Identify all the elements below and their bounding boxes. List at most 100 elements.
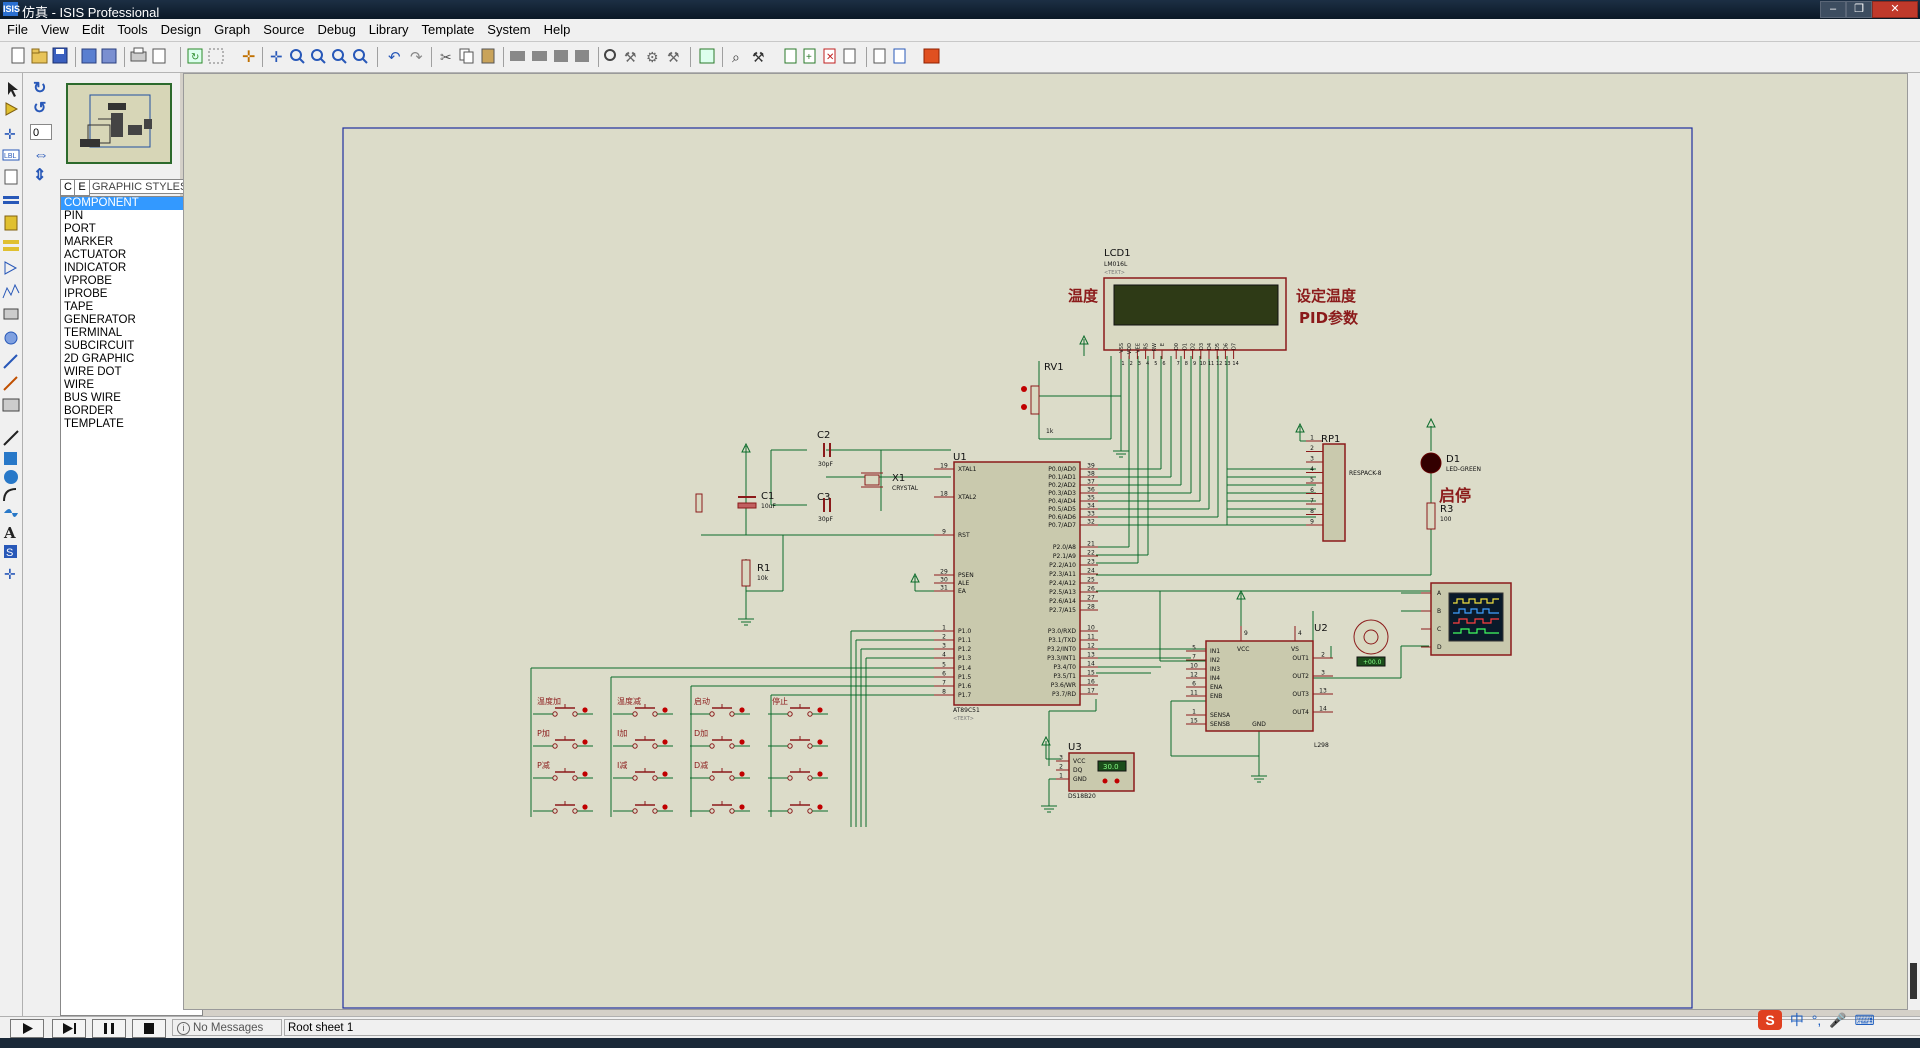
pan-icon[interactable]: ✛ <box>270 49 283 66</box>
zoom-out-icon[interactable] <box>311 49 326 64</box>
microphone-icon[interactable]: 🎤 <box>1829 1012 1846 1028</box>
graphic-styles-list[interactable]: COMPONENT PIN PORT MARKER ACTUATOR INDICATOR V… <box>60 196 203 1016</box>
dc-motor[interactable]: +00.0 <box>1353 619 1389 667</box>
print-area-icon[interactable] <box>152 48 166 64</box>
search-tag-icon[interactable]: ⌕ <box>732 49 740 65</box>
play-button[interactable] <box>10 1019 44 1038</box>
cut-icon[interactable]: ✂ <box>440 49 452 65</box>
wire-label-icon[interactable]: LBL <box>2 149 20 161</box>
style-item[interactable]: WIRE DOT <box>61 366 202 379</box>
keypad-button[interactable] <box>613 801 673 814</box>
rp1-resistor-pack[interactable]: 1 2 3 4 5 6 7 8 9 <box>1306 435 1346 542</box>
stop-button[interactable] <box>132 1019 166 1038</box>
style-item[interactable]: TERMINAL <box>61 327 202 340</box>
path-icon[interactable] <box>4 509 18 517</box>
netlist-icon[interactable] <box>843 48 856 64</box>
text-script-icon[interactable] <box>4 169 18 185</box>
current-probe-icon[interactable] <box>3 376 18 391</box>
zoom-in-icon[interactable] <box>290 49 305 64</box>
r1-resistor[interactable] <box>741 559 751 587</box>
u3-temperature-sensor[interactable]: 30.0 3 VCC 2 DQ 1 GND <box>1056 752 1135 792</box>
menu-file[interactable]: File <box>0 19 34 37</box>
style-item[interactable]: SUBCIRCUIT <box>61 340 202 353</box>
refresh-icon[interactable]: ↻ <box>187 48 203 64</box>
new-sheet-icon[interactable] <box>784 48 797 64</box>
rotate-anticlockwise-icon[interactable]: ↺ <box>33 101 49 117</box>
tape-recorder-icon[interactable] <box>3 308 19 320</box>
style-item[interactable]: WIRE <box>61 379 202 392</box>
voltage-probe-icon[interactable] <box>3 354 18 369</box>
grid-icon[interactable] <box>208 48 224 64</box>
style-item[interactable]: INDICATOR <box>61 262 202 275</box>
keypad-button[interactable] <box>768 736 828 749</box>
style-item[interactable]: TEMPLATE <box>61 418 202 431</box>
menu-design[interactable]: Design <box>154 19 207 37</box>
u1-microcontroller[interactable]: 19 XTAL1 18 XTAL2 9 RST 29 PSEN 30 ALE 31 EA 1 P1.0 2 P… <box>934 461 1098 706</box>
keyboard-icon[interactable]: ⌨ <box>1855 1012 1875 1028</box>
arc-icon[interactable] <box>3 488 17 502</box>
new-file-icon[interactable] <box>11 47 25 64</box>
line-icon[interactable] <box>3 430 19 446</box>
box-icon[interactable] <box>4 452 17 465</box>
junction-dot-icon[interactable]: ✛ <box>4 126 16 142</box>
ime-toolbar[interactable]: S 中 °, 🎤 ⌨ <box>1758 1010 1918 1030</box>
component-mode-icon[interactable] <box>5 102 19 116</box>
property-assignment-icon[interactable]: ⚒ <box>752 49 765 65</box>
electrical-check-icon[interactable] <box>893 48 906 64</box>
save-icon[interactable] <box>52 47 68 64</box>
mirror-vertical-icon[interactable]: ⇕ <box>33 168 49 184</box>
symbol-icon[interactable]: S <box>4 545 17 559</box>
add-sheet-icon[interactable]: + <box>803 48 816 64</box>
maximize-button[interactable]: ❐ <box>1846 1 1872 18</box>
pause-button[interactable] <box>92 1019 126 1038</box>
device-pins-icon[interactable] <box>4 261 18 275</box>
generator-icon[interactable] <box>4 331 18 345</box>
menu-debug[interactable]: Debug <box>310 19 361 37</box>
tab-edit[interactable]: E <box>74 179 90 196</box>
style-item[interactable]: TAPE <box>61 301 202 314</box>
block-rotate-icon[interactable] <box>554 50 568 62</box>
menu-source[interactable]: Source <box>256 19 310 37</box>
minimize-button[interactable]: – <box>1820 1 1846 18</box>
keypad-matrix[interactable]: 温度加 温度减 启动 停止 P加 I加 D加 P减 I减 D减 <box>533 696 828 814</box>
text-icon[interactable]: A <box>3 524 16 542</box>
style-item[interactable]: COMPONENT <box>61 197 202 210</box>
style-item[interactable]: GENERATOR <box>61 314 202 327</box>
block-copy-icon[interactable] <box>510 51 525 61</box>
menu-view[interactable]: View <box>34 19 75 37</box>
style-item[interactable]: VPROBE <box>61 275 202 288</box>
undo-icon[interactable]: ↶ <box>388 49 401 66</box>
keypad-button[interactable] <box>768 768 828 781</box>
menu-system[interactable]: System <box>480 19 536 37</box>
ime-punctuation[interactable]: °, <box>1812 1012 1822 1028</box>
x1-crystal[interactable] <box>861 472 883 488</box>
style-item[interactable]: BUS WIRE <box>61 392 202 405</box>
d1-led[interactable] <box>1420 452 1442 474</box>
rv1-potentiometer[interactable] <box>1021 385 1040 415</box>
overview-window[interactable] <box>66 83 172 164</box>
import-section-icon[interactable] <box>81 48 97 64</box>
u2-motor-driver[interactable]: 5 IN1 7 IN2 10 IN3 12 IN4 6 ENA 11 ENB 1 SENSA 15 SENSB… <box>1186 626 1333 732</box>
keypad-button[interactable] <box>533 801 593 814</box>
oscilloscope[interactable]: ABCD <box>1421 582 1512 656</box>
menu-template[interactable]: Template <box>415 19 481 37</box>
terminals-icon[interactable] <box>3 240 19 251</box>
style-item[interactable]: ACTUATOR <box>61 249 202 262</box>
style-item[interactable]: BORDER <box>61 405 202 418</box>
style-item[interactable]: PIN <box>61 210 202 223</box>
paste-icon[interactable] <box>481 48 495 64</box>
open-file-icon[interactable] <box>31 48 48 64</box>
circle-icon[interactable] <box>4 470 18 484</box>
decompose-icon[interactable]: ⚒ <box>667 49 680 65</box>
vertical-scrollbar[interactable] <box>1908 73 1920 1010</box>
copy-icon[interactable] <box>459 48 474 64</box>
menu-tools[interactable]: Tools <box>110 19 153 37</box>
style-item[interactable]: MARKER <box>61 236 202 249</box>
pick-device-icon[interactable] <box>604 49 616 61</box>
style-item[interactable]: 2D GRAPHIC <box>61 353 202 366</box>
export-section-icon[interactable] <box>101 48 117 64</box>
step-button[interactable] <box>52 1019 86 1038</box>
menu-library[interactable]: Library <box>362 19 415 37</box>
print-icon[interactable] <box>130 47 147 62</box>
menu-graph[interactable]: Graph <box>207 19 256 37</box>
